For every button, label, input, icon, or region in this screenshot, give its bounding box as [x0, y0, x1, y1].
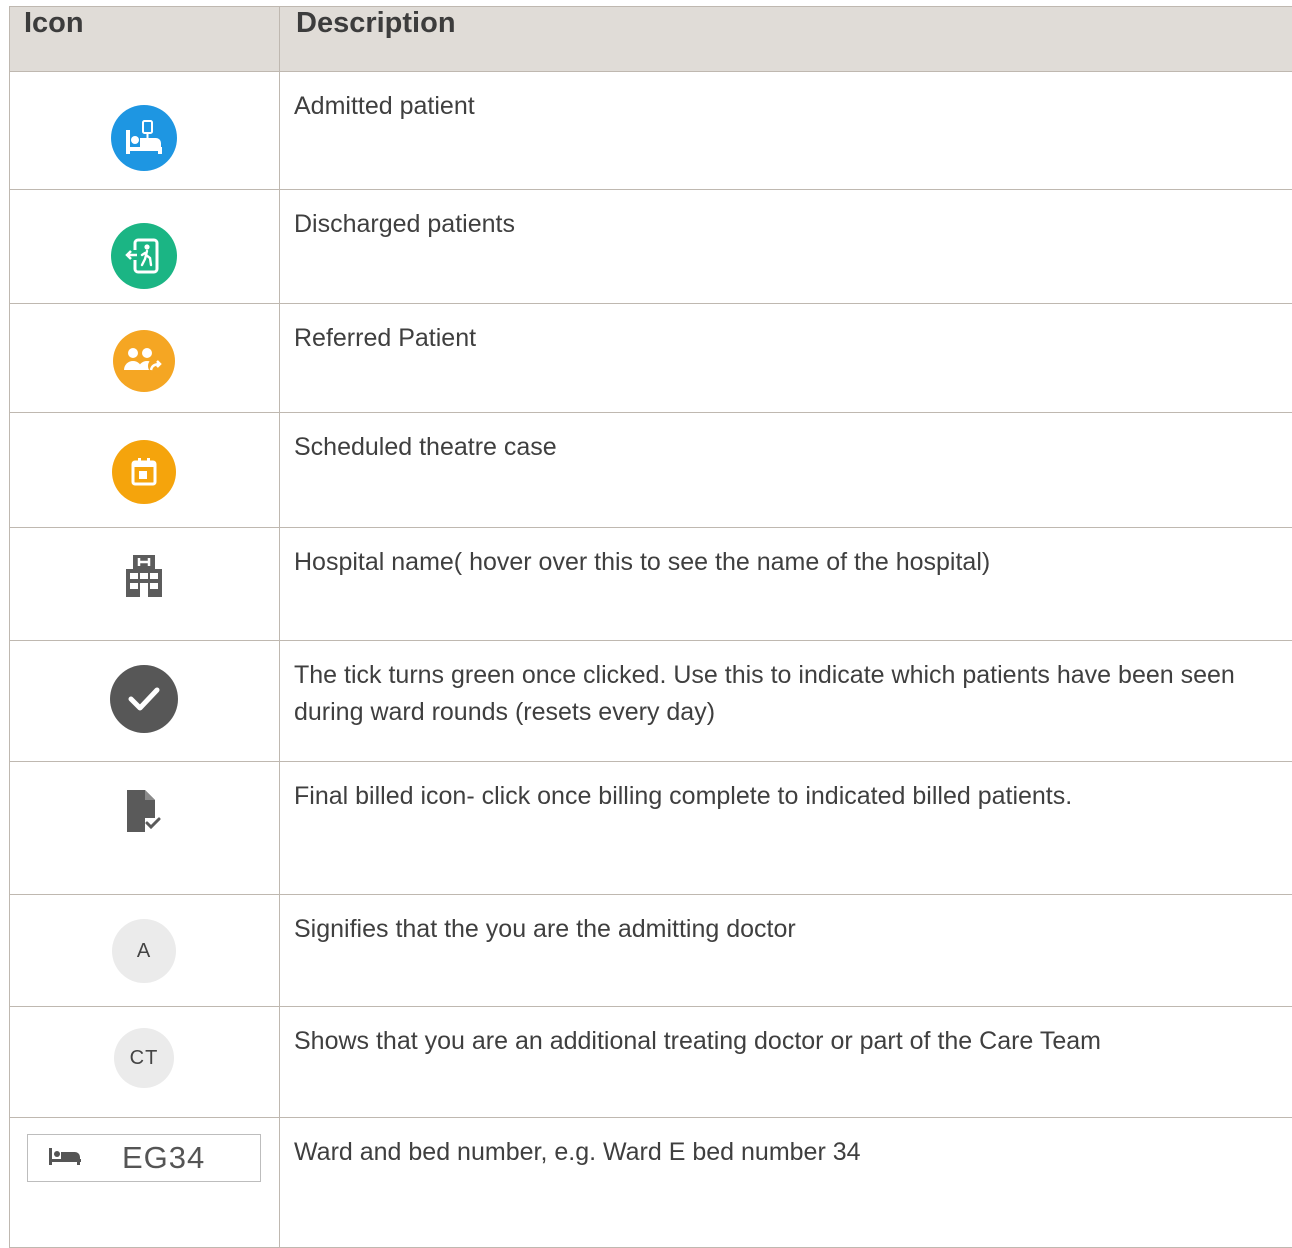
- table-row: Admitted patient: [10, 72, 1292, 190]
- admitted-patient-icon: [111, 105, 177, 171]
- description-column-header: Description: [280, 7, 1292, 72]
- description-text: Signifies that the you are the admitting…: [280, 895, 1292, 948]
- icon-legend-table: Icon Description Admit: [9, 6, 1292, 1248]
- ward-bed-label: EG34: [27, 1134, 261, 1182]
- hospital-icon: [125, 554, 163, 603]
- table-row: EG34 Ward and bed number, e.g. Ward E be…: [10, 1118, 1292, 1248]
- bed-icon: [48, 1146, 82, 1171]
- table-row: Hospital name( hover over this to see th…: [10, 528, 1292, 641]
- description-text: Shows that you are an additional treatin…: [280, 1007, 1292, 1060]
- table-row: Final billed icon- click once billing co…: [10, 762, 1292, 895]
- table-row: Referred Patient: [10, 304, 1292, 413]
- description-text: Ward and bed number, e.g. Ward E bed num…: [280, 1118, 1292, 1171]
- description-text: Hospital name( hover over this to see th…: [280, 528, 1292, 581]
- table-row: Discharged patients: [10, 190, 1292, 304]
- description-text: Final billed icon- click once billing co…: [280, 762, 1292, 815]
- table-row: CT Shows that you are an additional trea…: [10, 1007, 1292, 1118]
- table-row: A Signifies that the you are the admitti…: [10, 895, 1292, 1007]
- description-text: The tick turns green once clicked. Use t…: [280, 641, 1292, 731]
- care-team-badge: CT: [114, 1028, 174, 1088]
- description-text: Discharged patients: [280, 190, 1292, 243]
- scheduled-theatre-icon: [112, 440, 176, 504]
- discharged-patient-icon: [111, 223, 177, 289]
- referred-patient-icon: [113, 330, 175, 392]
- tick-icon: [110, 665, 178, 733]
- admitting-doctor-badge: A: [112, 919, 176, 983]
- table-row: The tick turns green once clicked. Use t…: [10, 641, 1292, 762]
- description-text: Referred Patient: [280, 304, 1292, 357]
- table-header-row: Icon Description: [10, 7, 1292, 72]
- description-text: Admitted patient: [280, 72, 1292, 125]
- final-billed-icon: [125, 788, 163, 839]
- description-text: Scheduled theatre case: [280, 413, 1292, 466]
- table-row: Scheduled theatre case: [10, 413, 1292, 528]
- bed-number: EG34: [122, 1140, 205, 1176]
- icon-column-header: Icon: [10, 7, 280, 72]
